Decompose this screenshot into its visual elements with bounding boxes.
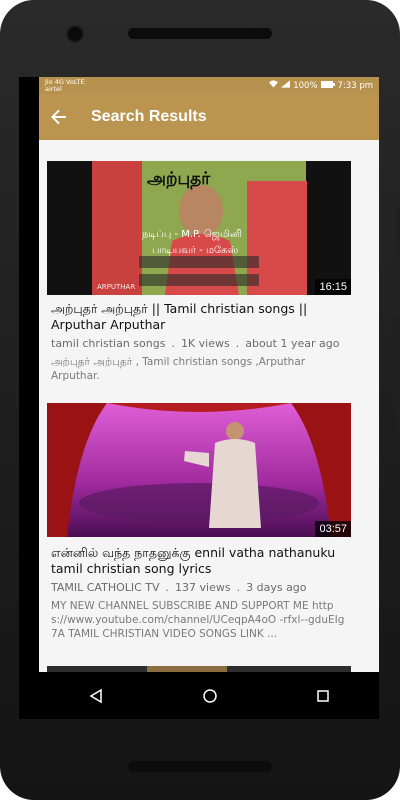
video-description: அற்புதர் அற்புதர் , Tamil christian song… [51, 356, 306, 382]
nav-back-button[interactable] [88, 688, 104, 704]
bottom-speaker [128, 761, 272, 772]
separator-dot: . [165, 581, 170, 594]
carrier-info: Jio 4G VoLTE airtel [45, 78, 85, 93]
upload-age: 3 days ago [246, 581, 307, 594]
separator-dot: . [236, 581, 241, 594]
battery-percent: 100% [293, 80, 318, 91]
thumbnail-title-text: அற்புதர் [147, 169, 211, 189]
system-nav-bar [39, 672, 379, 719]
thumbnail-line1: நடிப்பு - M.P. ஜெமினி [142, 229, 242, 240]
phone-frame: Jio 4G VoLTE airtel 100% 7:33 pm Search … [0, 0, 400, 800]
app-bar: Search Results [39, 94, 379, 140]
video-duration: 03:57 [315, 521, 351, 537]
video-description: MY NEW CHANNEL SUBSCRIBE AND SUPPORT ME … [51, 600, 345, 640]
video-thumbnail[interactable]: 03:57 [47, 403, 351, 537]
separator-dot: . [235, 337, 240, 350]
volume-button [396, 318, 400, 436]
wifi-icon [269, 80, 279, 91]
arrow-left-icon [51, 109, 66, 124]
circle-home-icon [203, 688, 217, 703]
separator-dot: . [171, 337, 175, 350]
channel-name[interactable]: tamil christian songs [51, 337, 165, 350]
result-card[interactable]: அற்புதர் நடிப்பு - M.P. ஜெமினி பாடியவர் … [47, 161, 351, 389]
nav-recents-button[interactable] [316, 689, 330, 703]
earpiece-speaker [128, 28, 272, 39]
view-count: 137 views [175, 581, 231, 594]
results-list[interactable]: அற்புதர் நடிப்பு - M.P. ஜெமினி பாடியவர் … [39, 140, 379, 672]
power-button [396, 208, 400, 260]
screen: Jio 4G VoLTE airtel 100% 7:33 pm Search … [19, 77, 379, 719]
square-recents-icon [317, 689, 329, 702]
channel-name[interactable]: TAMIL CATHOLIC TV [51, 581, 160, 594]
thumbnail-image [47, 403, 351, 537]
status-icons: 100% 7:33 pm [269, 80, 373, 91]
view-count: 1K views [180, 337, 230, 350]
battery-icon [320, 80, 335, 91]
carrier2-label: airtel [45, 84, 62, 93]
video-meta: tamil christian songs. 1K views. about 1 y… [51, 337, 347, 350]
clock: 7:33 pm [337, 80, 373, 91]
upload-age: about 1 year ago [245, 337, 340, 350]
video-thumbnail[interactable]: அற்புதர் நடிப்பு - M.P. ஜெமினி பாடியவர் … [47, 161, 351, 295]
nav-home-button[interactable] [202, 688, 218, 704]
front-camera [66, 25, 84, 43]
status-bar: Jio 4G VoLTE airtel 100% 7:33 pm [39, 77, 379, 94]
triangle-back-icon [89, 688, 102, 703]
thumbnail-line2: பாடியவர் - மகேஸ் [152, 245, 239, 256]
video-meta: TAMIL CATHOLIC TV. 137 views. 3 days ago [51, 581, 347, 594]
page-title: Search Results [91, 108, 207, 125]
video-title[interactable]: என்னில் வந்த நாதனுக்கு ennil vatha natha… [51, 545, 347, 577]
signal-icon [281, 80, 291, 91]
video-title[interactable]: அற்புதர் அற்புதர் || Tamil christian son… [51, 301, 347, 333]
result-card[interactable]: 03:57 என்னில் வந்த நாதனுக்கு ennil vatha… [47, 403, 351, 653]
back-button[interactable] [39, 105, 79, 130]
thumbnail-corner-text: ARPUTHAR [97, 283, 136, 291]
video-duration: 16:15 [315, 279, 351, 295]
